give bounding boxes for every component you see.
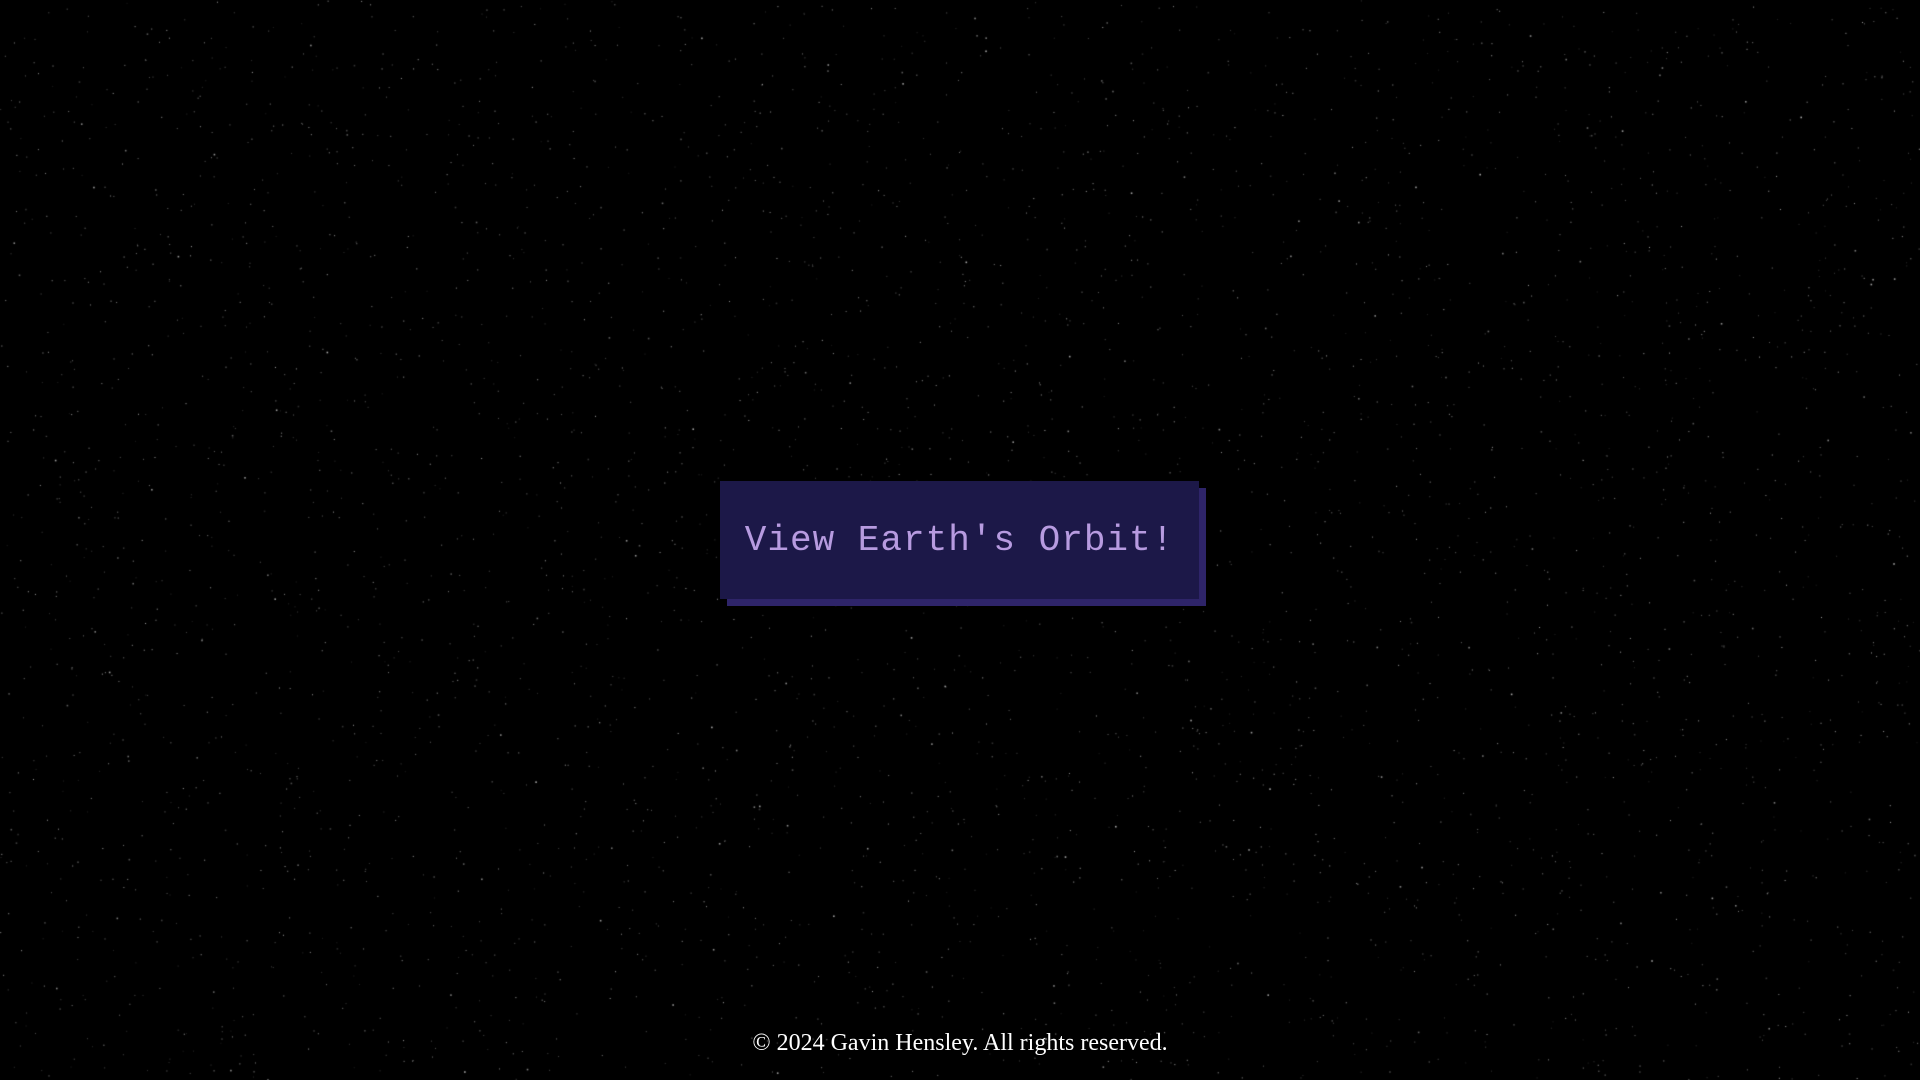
footer-copyright: © 2024 Gavin Hensley. All rights reserve… (752, 1030, 1168, 1056)
view-earth-orbit-button[interactable]: View Earth's Orbit! (720, 481, 1199, 599)
page: View Earth's Orbit! © 2024 Gavin Hensley… (0, 0, 1920, 1080)
